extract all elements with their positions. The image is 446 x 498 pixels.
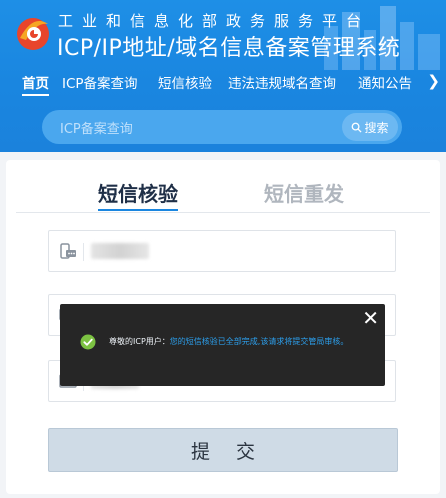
header-subtitle: 工业和信息化部政务服务平台 [58,12,371,30]
ministry-logo [17,18,49,50]
toast-message: 尊敬的ICP用户：您的短信核验已全部完成,该请求将提交管局审核。 [109,336,348,347]
success-toast: ✕ 尊敬的ICP用户：您的短信核验已全部完成,该请求将提交管局审核。 [60,304,385,386]
header-title: ICP/IP地址/域名信息备案管理系统 [57,36,401,61]
nav-item-icp-query[interactable]: ICP备案查询 [62,72,138,92]
check-circle-icon [80,334,96,350]
chevron-right-icon[interactable]: ❯ [427,72,440,90]
nav-item-home[interactable]: 首页 [22,72,49,96]
submit-button[interactable]: 提交 [48,428,398,472]
toast-prefix: 尊敬的ICP用户： [109,337,170,346]
phone-field[interactable] [48,230,396,272]
phone-value-redacted [91,243,149,259]
nav-item-notices[interactable]: 通知公告 [358,72,412,92]
toast-body: 您的短信核验已全部完成,该请求将提交管局审核。 [169,337,349,346]
header: 工业和信息化部政务服务平台 ICP/IP地址/域名信息备案管理系统 首页 ICP… [0,0,446,152]
search-button-label: 搜索 [364,120,389,135]
search-button[interactable]: 搜索 [342,113,398,141]
tab-sms-verify[interactable]: 短信核验 [98,178,178,207]
nav-bar: 首页 ICP备案查询 短信核验 违法违规域名查询 通知公告 ❯ [0,72,446,98]
close-icon[interactable]: ✕ [362,306,379,330]
search-bar: ICP备案查询 搜索 [42,110,402,144]
phone-icon [60,243,76,259]
active-tab-indicator [98,209,178,211]
nav-item-sms-verify[interactable]: 短信核验 [158,72,212,92]
tab-divider [16,212,430,213]
field-divider [83,243,84,261]
search-icon [352,122,363,133]
nav-item-illegal-domain-query[interactable]: 违法违规域名查询 [228,72,336,92]
search-input[interactable]: ICP备案查询 [60,118,133,137]
tab-sms-resend[interactable]: 短信重发 [264,178,344,207]
